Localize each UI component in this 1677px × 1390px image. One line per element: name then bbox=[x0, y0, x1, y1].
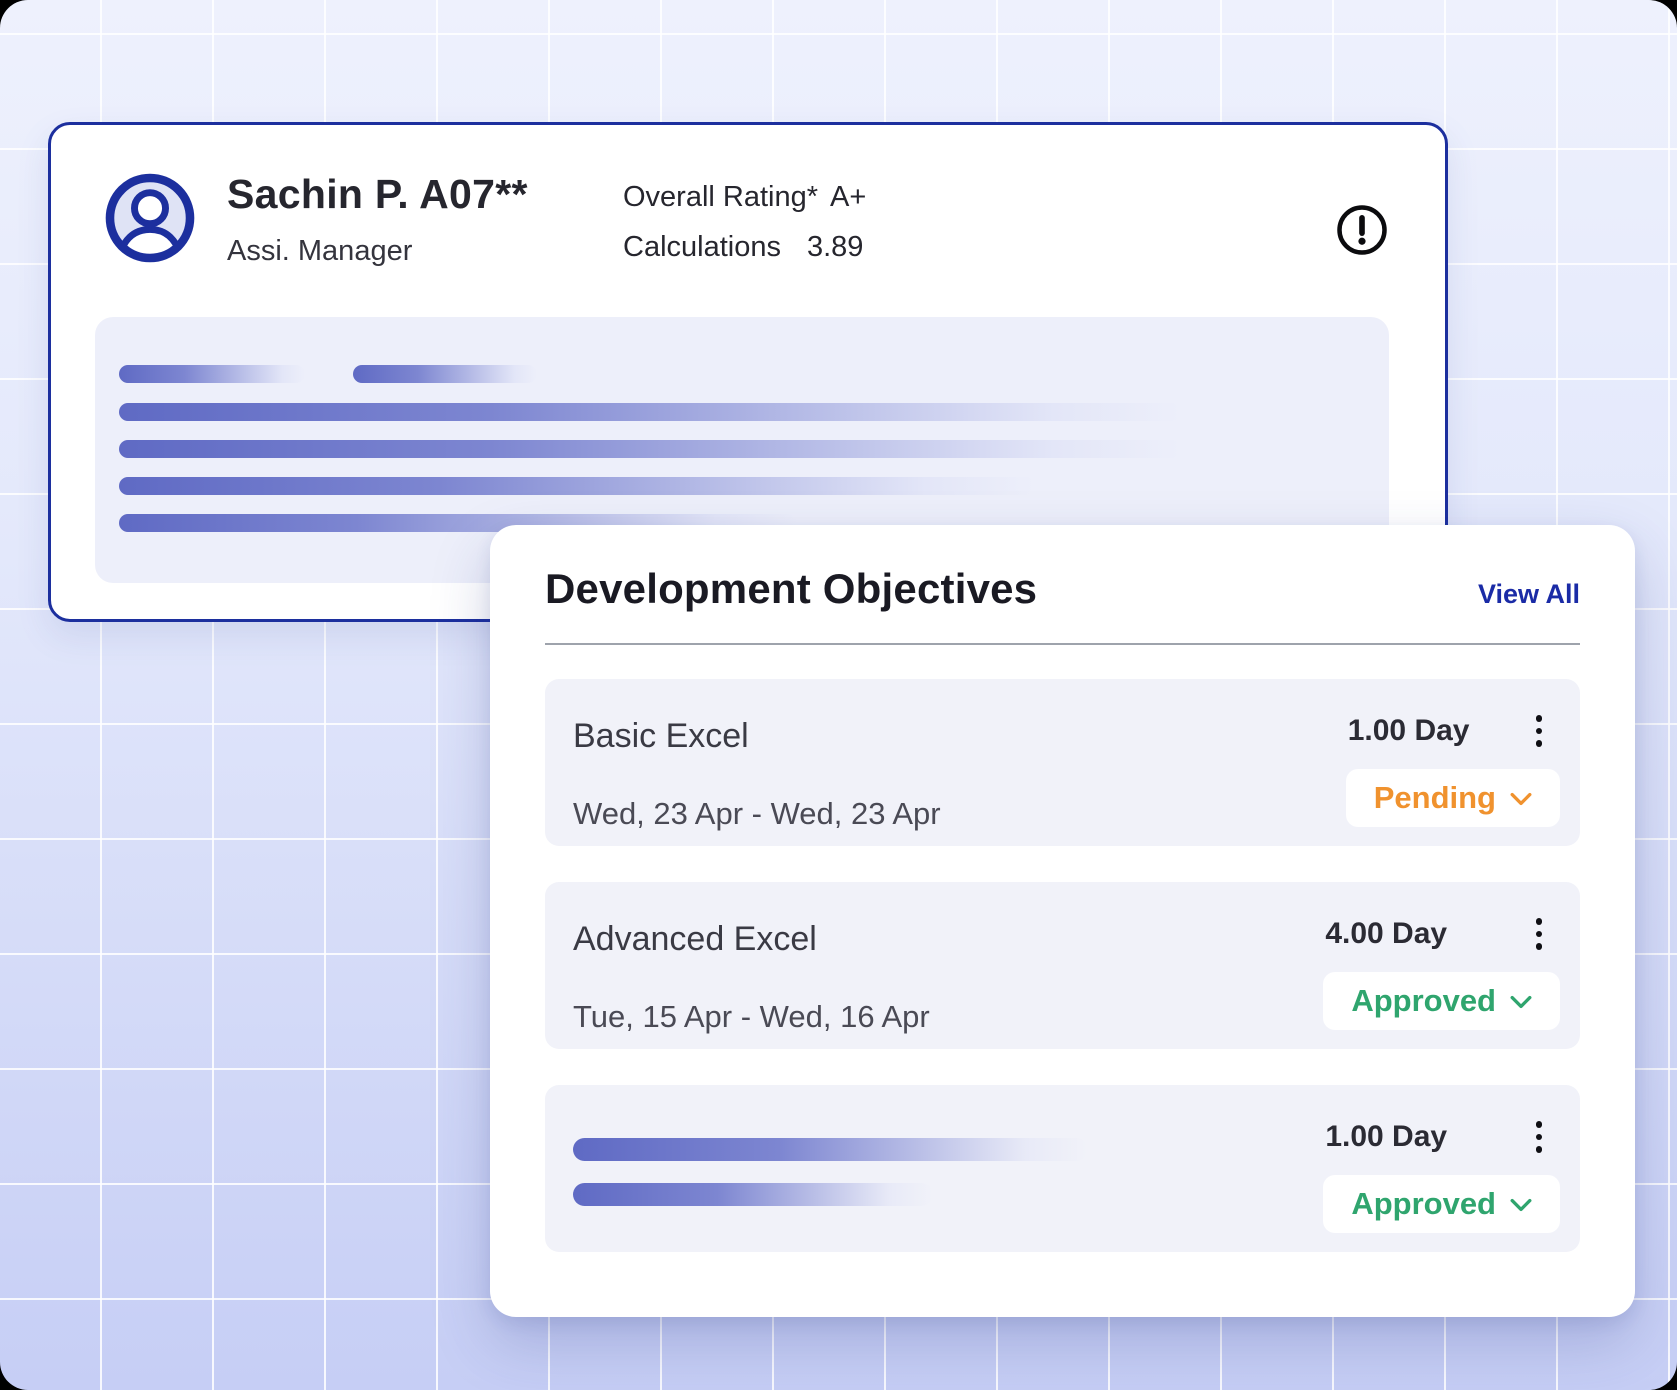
skeleton-bar bbox=[573, 1183, 933, 1206]
objective-title: Advanced Excel bbox=[573, 920, 930, 959]
duration-label: 1.00 Day bbox=[1325, 1120, 1447, 1154]
objective-info: Basic Excel Wed, 23 Apr - Wed, 23 Apr bbox=[573, 679, 941, 846]
duration-label: 4.00 Day bbox=[1325, 917, 1447, 951]
app-canvas: Sachin P. A07** Assi. Manager Overall Ra… bbox=[0, 0, 1677, 1390]
objective-info: Advanced Excel Tue, 15 Apr - Wed, 16 Apr bbox=[573, 882, 930, 1049]
overall-rating-line: Overall Rating* A+ bbox=[623, 181, 866, 214]
development-objectives-card: Development Objectives View All Basic Ex… bbox=[490, 525, 1635, 1317]
status-dropdown[interactable]: Approved bbox=[1323, 972, 1560, 1030]
chevron-down-icon bbox=[1510, 995, 1532, 1009]
status-label: Approved bbox=[1351, 983, 1496, 1019]
view-all-link[interactable]: View All bbox=[1478, 579, 1580, 610]
skeleton-bar bbox=[119, 477, 1035, 495]
chevron-down-icon bbox=[1510, 1198, 1532, 1212]
chevron-down-icon bbox=[1510, 792, 1532, 806]
ratings-block: Overall Rating* A+ Calculations 3.89 bbox=[623, 181, 866, 264]
identity-block: Sachin P. A07** Assi. Manager bbox=[227, 171, 528, 268]
exclamation-circle-icon[interactable] bbox=[1335, 203, 1389, 257]
person-role: Assi. Manager bbox=[227, 235, 528, 268]
overall-rating-value: A+ bbox=[830, 181, 866, 213]
objective-dates: Wed, 23 Apr - Wed, 23 Apr bbox=[573, 796, 941, 832]
kebab-menu-icon[interactable] bbox=[1530, 912, 1549, 956]
duration-row: 1.00 Day bbox=[1346, 709, 1560, 753]
duration-row: 1.00 Day bbox=[1323, 1115, 1560, 1159]
skeleton-bar bbox=[353, 365, 537, 383]
status-label: Pending bbox=[1374, 780, 1496, 816]
person-name: Sachin P. A07** bbox=[227, 171, 528, 218]
kebab-menu-icon[interactable] bbox=[1530, 1115, 1549, 1159]
calculations-value: 3.89 bbox=[807, 231, 863, 263]
skeleton-bar bbox=[119, 440, 1181, 458]
duration-row: 4.00 Day bbox=[1323, 912, 1560, 956]
objective-title: Basic Excel bbox=[573, 717, 941, 756]
objective-meta: 1.00 Day Pending bbox=[1346, 679, 1560, 846]
objectives-title: Development Objectives bbox=[545, 565, 1037, 613]
objective-item: Basic Excel Wed, 23 Apr - Wed, 23 Apr 1.… bbox=[545, 679, 1580, 846]
objective-skeleton bbox=[573, 1085, 1088, 1252]
status-label: Approved bbox=[1351, 1186, 1496, 1222]
objective-item: 1.00 Day Approved bbox=[545, 1085, 1580, 1252]
calculations-line: Calculations 3.89 bbox=[623, 231, 866, 264]
skeleton-bar bbox=[573, 1138, 1088, 1161]
calculations-label: Calculations bbox=[623, 231, 781, 263]
status-dropdown[interactable]: Approved bbox=[1323, 1175, 1560, 1233]
user-avatar-icon bbox=[101, 169, 199, 267]
objective-dates: Tue, 15 Apr - Wed, 16 Apr bbox=[573, 999, 930, 1035]
objective-meta: 1.00 Day Approved bbox=[1323, 1085, 1560, 1252]
objective-meta: 4.00 Day Approved bbox=[1323, 882, 1560, 1049]
objectives-list: Basic Excel Wed, 23 Apr - Wed, 23 Apr 1.… bbox=[545, 679, 1580, 1252]
overall-rating-label: Overall Rating* bbox=[623, 181, 818, 213]
duration-label: 1.00 Day bbox=[1348, 714, 1470, 748]
skeleton-bar bbox=[119, 403, 1181, 421]
objective-item: Advanced Excel Tue, 15 Apr - Wed, 16 Apr… bbox=[545, 882, 1580, 1049]
kebab-menu-icon[interactable] bbox=[1530, 709, 1549, 753]
objectives-header: Development Objectives View All bbox=[545, 525, 1580, 613]
status-dropdown[interactable]: Pending bbox=[1346, 769, 1560, 827]
skeleton-bar bbox=[119, 365, 305, 383]
header-divider bbox=[545, 643, 1580, 645]
